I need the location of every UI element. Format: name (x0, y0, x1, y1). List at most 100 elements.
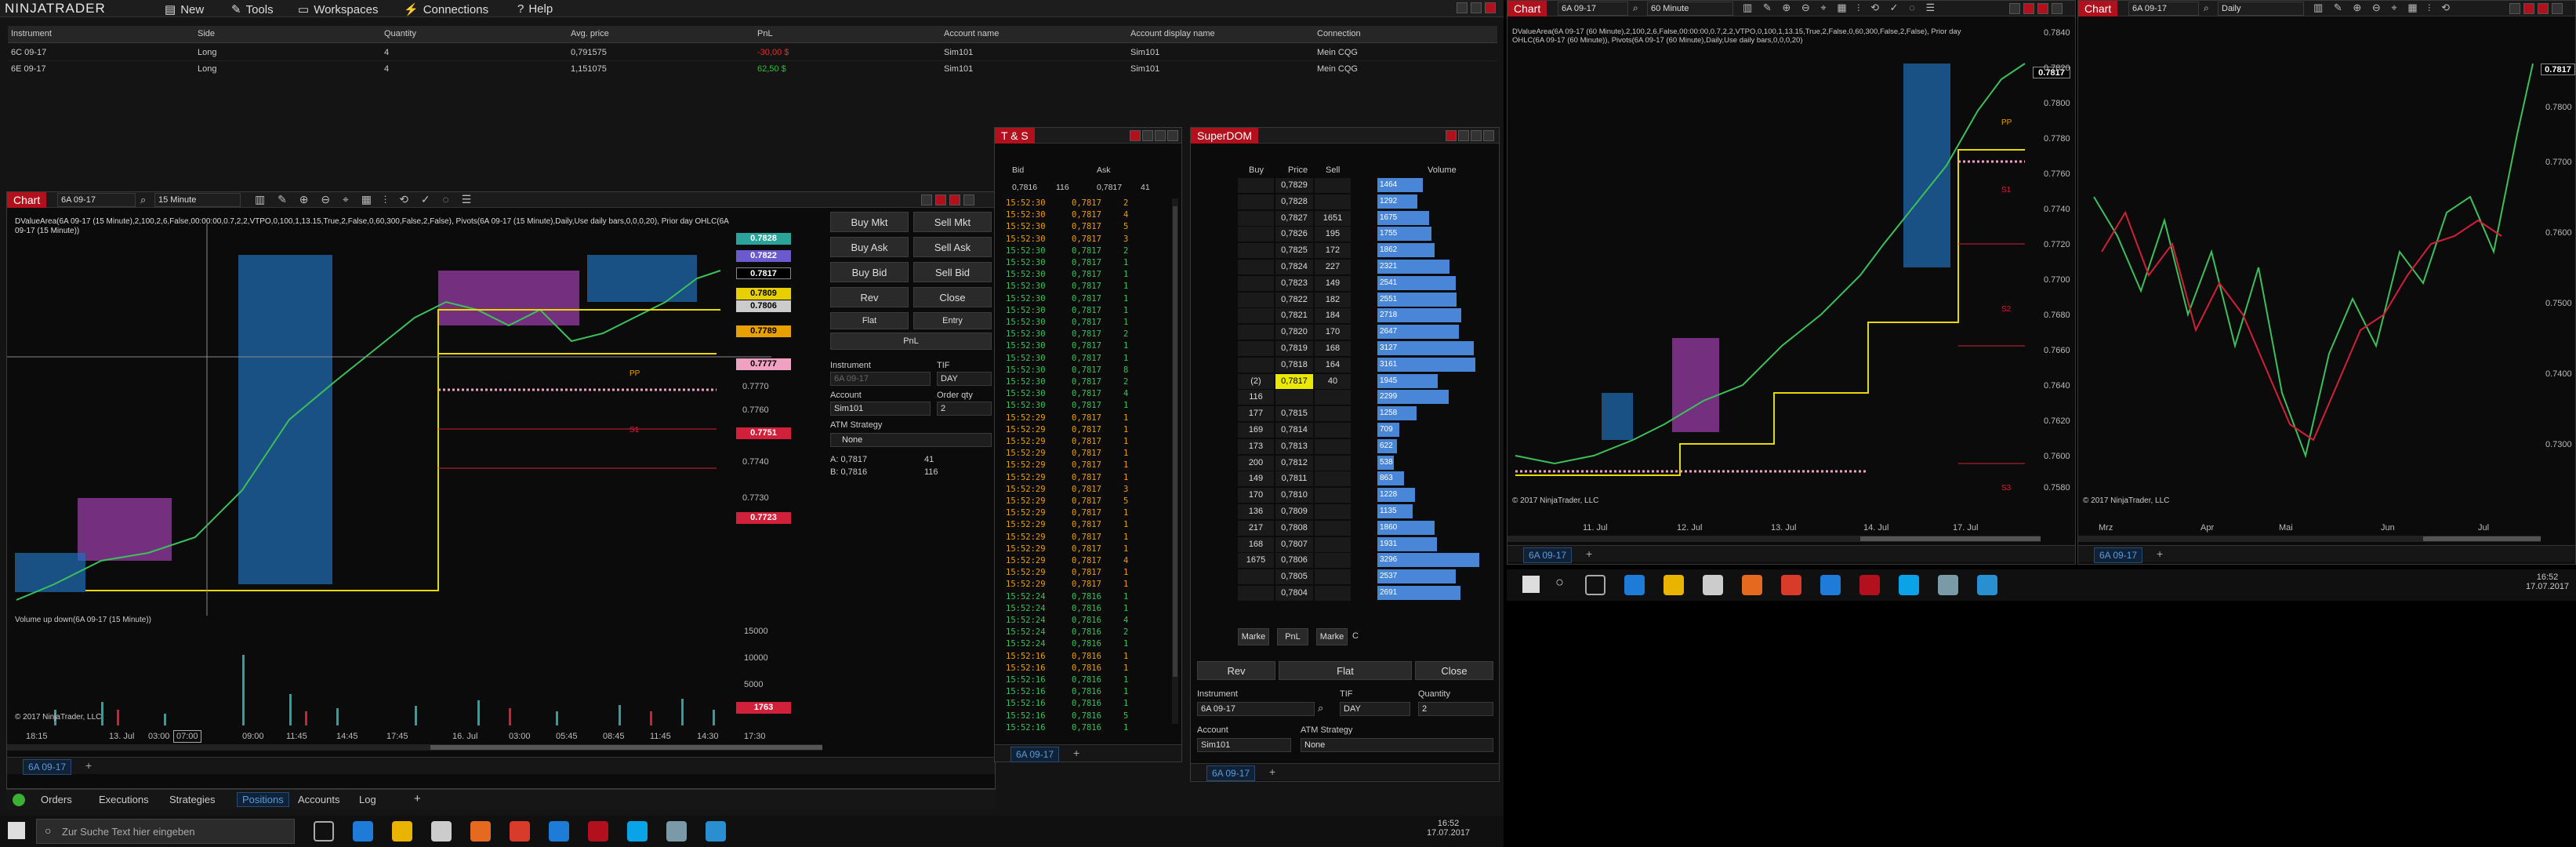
dom-sell-cell[interactable]: 184 (1315, 308, 1351, 324)
windows-start-icon[interactable] (8, 822, 25, 839)
close-button[interactable] (2052, 3, 2063, 14)
dom-price-cell[interactable]: 0,7819 (1275, 341, 1313, 356)
col-account-display-name[interactable]: Account display name (1130, 29, 1215, 38)
dom-buy-cell[interactable] (1238, 569, 1274, 585)
col-account-name[interactable]: Account name (944, 29, 999, 38)
add-tab-icon[interactable]: + (1269, 765, 1275, 778)
close-button[interactable] (1483, 130, 1494, 141)
dom-buy-cell[interactable] (1238, 308, 1274, 324)
menu-help[interactable]: ? Help (517, 2, 553, 16)
dom-price-cell[interactable]: 0,7822 (1275, 292, 1313, 307)
instrument-input[interactable]: 6A 09-17 (1197, 702, 1315, 716)
windows-start-icon[interactable] (1522, 576, 1540, 593)
atm-select[interactable]: None (1301, 738, 1493, 752)
instrument-input[interactable]: 6A 09-17 (830, 372, 931, 386)
dom-tab[interactable]: 6A 09-17 (1206, 765, 1256, 781)
dom-price-cell[interactable]: 0,7823 (1275, 275, 1313, 291)
search-icon[interactable]: ⌕ (140, 194, 146, 206)
dom-buy-cell[interactable] (1238, 227, 1274, 242)
quantity-stepper[interactable]: 2 (1418, 702, 1493, 716)
dom-sell-cell[interactable] (1315, 504, 1351, 519)
tab-accounts[interactable]: Accounts (298, 794, 339, 805)
interval-selector[interactable]: Daily (2218, 2, 2304, 16)
dom-price-cell[interactable]: 0,7809 (1275, 504, 1313, 519)
restore-button[interactable] (949, 194, 960, 205)
close-button[interactable] (963, 194, 974, 205)
dom-buy-cell[interactable]: 177 (1238, 406, 1274, 422)
dom-sell-cell[interactable]: 195 (1315, 227, 1351, 242)
skype-icon[interactable] (1899, 575, 1919, 595)
clock[interactable]: 16:52 17.07.2017 (2526, 573, 2569, 591)
col-pnl[interactable]: PnL (757, 29, 773, 38)
sell-mkt-button[interactable]: Sell Mkt (913, 212, 992, 232)
chart-tab[interactable]: 6A 09-17 (23, 759, 72, 775)
minimize-button[interactable] (921, 194, 932, 205)
dom-buy-cell[interactable]: 116 (1238, 390, 1274, 405)
dom-price-cell[interactable] (1275, 390, 1313, 405)
dom-buy-cell[interactable]: 217 (1238, 520, 1274, 536)
dom-price-cell[interactable]: 0,7811 (1275, 471, 1313, 487)
minimize-button[interactable] (2509, 3, 2520, 14)
dom-buy-cell[interactable]: 169 (1238, 423, 1274, 438)
search-icon[interactable]: ⌕ (1318, 702, 1323, 714)
sell-ask-button[interactable]: Sell Ask (913, 237, 992, 257)
dom-sell-cell[interactable] (1315, 390, 1351, 405)
dom-sell-cell[interactable]: 1651 (1315, 210, 1351, 226)
close-button[interactable] (1485, 2, 1496, 13)
interval-selector[interactable]: 60 Minute (1647, 2, 1733, 16)
menu-tools[interactable]: ✎ Tools (231, 2, 274, 17)
dom-sell-cell[interactable]: 164 (1315, 357, 1351, 373)
dom-ladder[interactable]: 0,7829 1464 0,7828 1292 0,7827 1651 1675 0,7826… (1238, 178, 1493, 633)
dom-price-cell[interactable]: 0,7807 (1275, 536, 1313, 552)
dom-sell-cell[interactable]: 40 (1315, 373, 1351, 389)
dom-price-cell[interactable]: 0,7813 (1275, 438, 1313, 454)
dom-sell-cell[interactable]: 172 (1315, 243, 1351, 259)
maximize-button[interactable] (2523, 3, 2534, 14)
price-chart[interactable] (1508, 16, 2041, 511)
price-chart[interactable] (7, 224, 771, 616)
volume-chart[interactable] (7, 623, 771, 725)
app-icon[interactable] (666, 821, 687, 842)
buy-mkt-button[interactable]: Buy Mkt (830, 212, 909, 232)
tab-executions[interactable]: Executions (99, 794, 149, 805)
order-qty-stepper[interactable]: 2 (937, 402, 992, 416)
account-select[interactable]: Sim101 (830, 402, 931, 416)
price-chart[interactable] (2078, 16, 2541, 511)
dom-price-cell[interactable]: 0,7826 (1275, 227, 1313, 242)
add-tab-icon[interactable]: + (1586, 547, 1592, 560)
task-view-icon[interactable] (1585, 575, 1605, 595)
maximize-button[interactable] (1155, 130, 1166, 141)
pin-button[interactable] (1446, 130, 1457, 141)
firefox-icon[interactable] (470, 821, 491, 842)
dom-buy-cell[interactable]: 149 (1238, 471, 1274, 487)
dom-sell-cell[interactable] (1315, 520, 1351, 536)
price-axis[interactable]: 0.7840 0.7817 0.7820 0.7800 0.7780 0.776… (2033, 24, 2077, 495)
scrollbar[interactable] (7, 744, 822, 751)
col-connection[interactable]: Connection (1317, 29, 1361, 38)
menu-new[interactable]: ▤ New (165, 2, 204, 17)
col-avg-price[interactable]: Avg. price (571, 29, 609, 38)
dom-buy-cell[interactable] (1238, 325, 1274, 340)
rev-button[interactable]: Rev (1197, 661, 1275, 680)
menu-workspaces[interactable]: ▭ Workspaces (298, 2, 378, 17)
dom-price-cell[interactable]: 0,7828 (1275, 194, 1313, 209)
tif-select[interactable]: DAY (937, 372, 992, 386)
price-axis[interactable]: 0.7828 0.7822 0.7817 0.7809 0.7806 0.778… (736, 233, 799, 609)
dom-sell-cell[interactable] (1315, 536, 1351, 552)
chart-tab[interactable]: 6A 09-17 (1523, 547, 1573, 563)
dom-sell-cell[interactable] (1315, 178, 1351, 193)
drawing-tools-icon[interactable]: ▥ ✎ ⊕ ⊖ ⌖ ▦ ⫶ ⟲ (2313, 2, 2454, 14)
dom-sell-cell[interactable] (1315, 471, 1351, 487)
dom-sell-cell[interactable]: 168 (1315, 341, 1351, 356)
dom-buy-cell[interactable] (1238, 341, 1274, 356)
dom-price-cell[interactable]: 0,7825 (1275, 243, 1313, 259)
minimize-button[interactable] (1142, 130, 1153, 141)
add-tab-icon[interactable]: + (1073, 747, 1079, 759)
dom-price-cell[interactable]: 0,7818 (1275, 357, 1313, 373)
dom-buy-cell[interactable]: (2) (1238, 373, 1274, 389)
ninjatrader-icon[interactable] (1859, 575, 1880, 595)
edge-icon[interactable] (1624, 575, 1645, 595)
search-icon[interactable]: ⌕ (1633, 2, 1638, 14)
close-button[interactable] (1167, 130, 1178, 141)
store-icon[interactable] (1703, 575, 1723, 595)
